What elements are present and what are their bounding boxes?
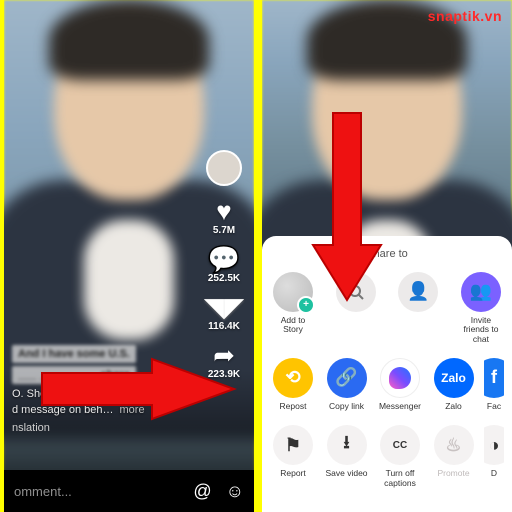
duet-option[interactable]: ◑ D bbox=[484, 425, 504, 488]
fire-icon: ♨ bbox=[434, 425, 474, 465]
captions-option[interactable]: CC Turn off captions bbox=[377, 425, 423, 488]
messenger-option[interactable]: Messenger bbox=[377, 358, 423, 411]
annotation-arrow-copylink bbox=[307, 105, 387, 305]
copy-link-option[interactable]: 🔗 Copy link bbox=[324, 358, 370, 411]
like-count: 5.7M bbox=[213, 225, 235, 236]
report-option[interactable]: ⚑ Report bbox=[270, 425, 316, 488]
facebook-option[interactable]: f Fac bbox=[484, 358, 504, 411]
flag-icon: ⚑ bbox=[273, 425, 313, 465]
comment-count: 252.5K bbox=[208, 273, 240, 284]
facebook-icon: f bbox=[484, 358, 504, 398]
engagement-rail: ♥ 5.7M 💬 252.5K ◥◤ 116.4K ➦ 223.9K bbox=[200, 150, 248, 380]
save-video-option[interactable]: ⭳ Save video bbox=[324, 425, 370, 488]
invite-friends[interactable]: 👥 Invite friends to chat bbox=[458, 272, 504, 344]
contact-item[interactable]: 👤 bbox=[395, 272, 441, 344]
invite-icon: 👥 bbox=[461, 272, 501, 312]
video-background-blurred bbox=[262, 0, 512, 240]
duet-icon: ◑ bbox=[484, 425, 504, 465]
repost-icon: ⟲ bbox=[273, 358, 313, 398]
like-button[interactable]: ♥ 5.7M bbox=[213, 198, 235, 236]
person-shirt bbox=[84, 220, 174, 340]
share-sheet: Share to Add to Story 👤 👥 Invite friends… bbox=[262, 236, 512, 512]
share-sheet-pane: snaptik.vn Share to Add to Story 👤 👥 Inv… bbox=[262, 0, 512, 512]
messenger-icon bbox=[380, 358, 420, 398]
watermark-text: snaptik.vn bbox=[428, 8, 502, 24]
comment-input[interactable]: omment... bbox=[14, 484, 72, 499]
comment-icon: 💬 bbox=[208, 246, 240, 272]
person-icon: 👤 bbox=[398, 272, 438, 312]
zalo-icon: Zalo bbox=[434, 358, 474, 398]
promote-option[interactable]: ♨ Promote bbox=[431, 425, 477, 488]
save-count: 116.4K bbox=[208, 321, 240, 332]
save-button[interactable]: ◥◤ 116.4K bbox=[204, 294, 244, 332]
heart-icon: ♥ bbox=[216, 198, 231, 224]
share-row-people: Add to Story 👤 👥 Invite friends to chat bbox=[270, 268, 504, 354]
repost-option[interactable]: ⟲ Repost bbox=[270, 358, 316, 411]
download-icon: ⭳ bbox=[327, 425, 367, 465]
zalo-option[interactable]: Zalo Zalo bbox=[431, 358, 477, 411]
share-row-actions: ⚑ Report ⭳ Save video CC Turn off captio… bbox=[270, 421, 504, 498]
link-icon: 🔗 bbox=[327, 358, 367, 398]
share-row-apps: ⟲ Repost 🔗 Copy link Messenger Zalo Zalo… bbox=[270, 354, 504, 421]
annotation-arrow-share bbox=[34, 355, 244, 435]
mention-icon[interactable]: @ bbox=[193, 481, 211, 502]
comment-button[interactable]: 💬 252.5K bbox=[208, 246, 240, 284]
captions-icon: CC bbox=[380, 425, 420, 465]
comment-bar: omment... @ ☺ bbox=[4, 470, 254, 512]
bookmark-icon: ◥◤ bbox=[204, 294, 244, 320]
emoji-icon[interactable]: ☺ bbox=[226, 481, 244, 502]
tiktok-feed-pane: ♥ 5.7M 💬 252.5K ◥◤ 116.4K ➦ 223.9K And I… bbox=[4, 0, 254, 512]
share-sheet-title: Share to bbox=[270, 248, 504, 260]
person-hair bbox=[49, 0, 209, 80]
creator-avatar[interactable] bbox=[206, 150, 242, 186]
